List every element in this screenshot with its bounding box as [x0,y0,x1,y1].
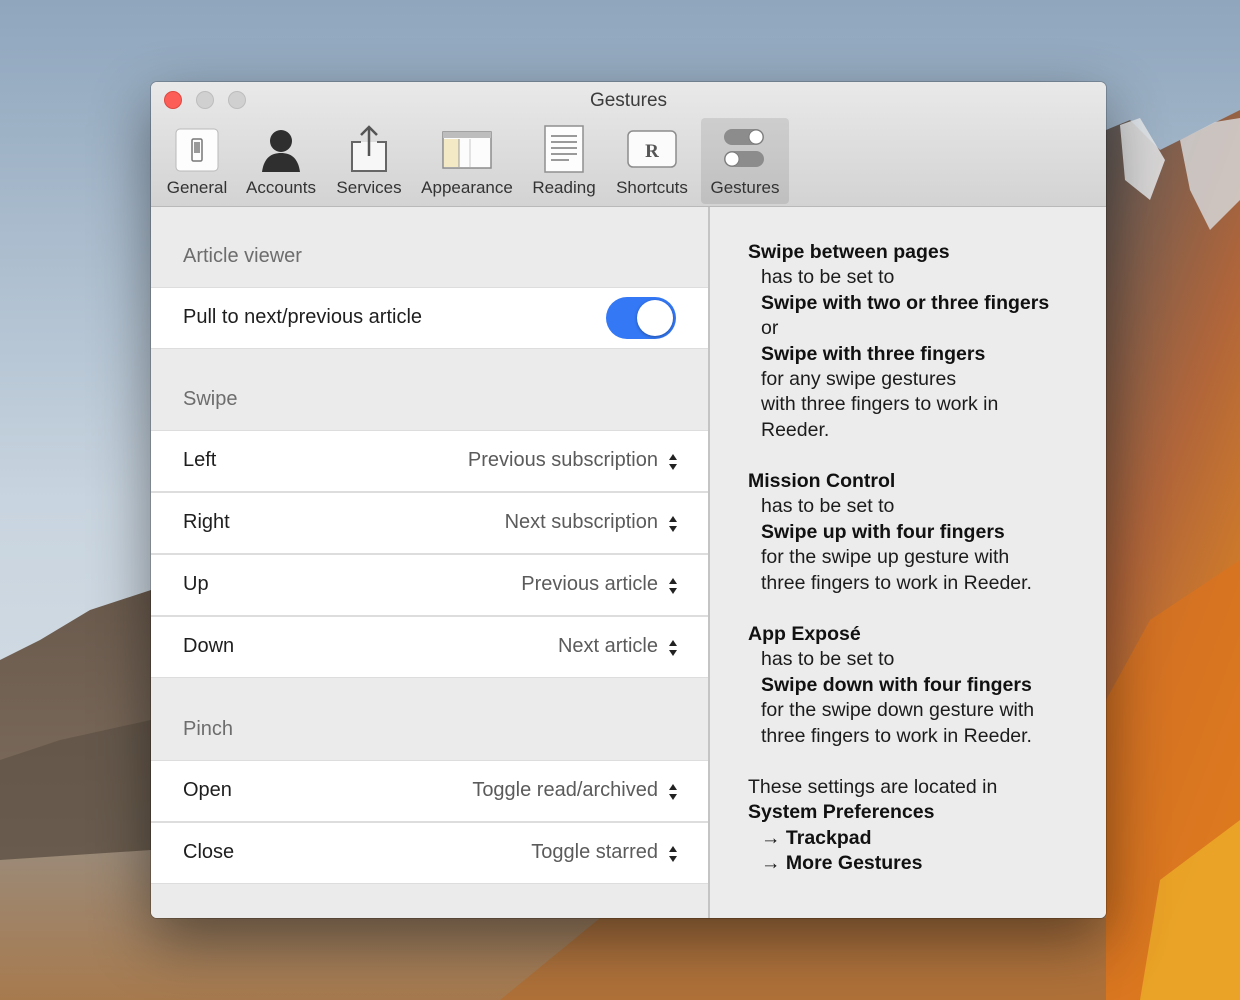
info-pane: Swipe between pages has to be set to Swi… [710,207,1106,918]
toolbar-label-appearance: Appearance [421,178,513,197]
swipe-right-label: Right [183,511,230,533]
info-text: has to be set to [761,648,895,670]
swipe-up-popup[interactable]: Previous article [521,573,658,596]
swipe-row-down[interactable]: Down Next article [151,616,708,678]
info-text: has to be set to [761,266,895,288]
pull-article-label: Pull to next/previous article [183,306,423,328]
up-down-arrows-icon [669,578,677,594]
up-down-arrows-icon [669,784,677,800]
up-down-arrows-icon [669,516,677,532]
swipe-right-popup[interactable]: Next subscription [505,511,658,534]
info-text: has to be set to [761,495,895,517]
info-text-bold: Swipe down with four fingers [761,674,1032,696]
preferences-window: Gestures General Accounts Services Appea… [151,82,1106,918]
toolbar-label-gestures: Gestures [710,178,780,197]
title-bar: Gestures General Accounts Services Appea… [151,82,1106,207]
gestures-icon [724,129,764,167]
toolbar-label-services: Services [336,178,402,197]
toolbar-label-reading: Reading [532,178,596,197]
swipe-down-popup[interactable]: Next article [558,635,658,658]
reading-icon [544,125,584,173]
info-title-swipe-pages: Swipe between pages [748,241,950,263]
swipe-row-right[interactable]: Right Next subscription [151,492,708,554]
info-text: for any swipe gestures [761,368,957,390]
info-text: for the swipe up gesture with [761,546,1010,568]
window-title: Gestures [589,90,668,111]
shortcuts-icon: R [627,130,677,168]
toolbar-item-gestures[interactable]: Gestures [701,118,789,204]
info-location-more-gestures: → More Gestures [761,852,923,874]
toolbar-item-shortcuts[interactable]: R Shortcuts [609,118,695,204]
info-text-bold: Swipe with three fingers [761,343,986,365]
general-icon [175,128,219,172]
swipe-left-label: Left [183,449,217,471]
share-icon [351,125,387,172]
toolbar-label-general: General [166,178,228,197]
toggle-knob [637,300,673,336]
toolbar-item-accounts[interactable]: Accounts [239,118,323,204]
toolbar-item-services[interactable]: Services [329,118,409,204]
info-text: three fingers to work in Reeder. [761,572,1032,594]
toolbar-item-reading[interactable]: Reading [525,118,603,204]
info-text: with three fingers to work in [761,393,999,415]
pinch-row-close[interactable]: Close Toggle starred [151,822,708,884]
info-text-bold: Swipe with two or three fingers [761,292,1050,314]
setting-row-pull-article: Pull to next/previous article [151,287,708,349]
info-location-text: These settings are located in [748,776,998,798]
swipe-row-left[interactable]: Left Previous subscription [151,430,708,492]
info-text: for the swipe down gesture with [761,699,1035,721]
info-title-app-expose: App Exposé [748,623,861,645]
accounts-icon [262,130,300,172]
toolbar-item-appearance[interactable]: Appearance [415,118,519,204]
swipe-left-popup[interactable]: Previous subscription [468,449,658,472]
toolbar-label-shortcuts: Shortcuts [616,178,688,197]
pinch-open-label: Open [183,779,232,801]
up-down-arrows-icon [669,640,677,656]
info-text: Reeder. [761,419,830,441]
pinch-row-open[interactable]: Open Toggle read/archived [151,760,708,822]
swipe-down-label: Down [183,635,235,657]
info-text: or [761,317,779,339]
settings-pane: Article viewer Pull to next/previous art… [151,207,708,918]
toolbar-label-accounts: Accounts [246,178,316,197]
up-down-arrows-icon [669,846,677,862]
info-text: three fingers to work in Reeder. [761,725,1032,747]
swipe-row-up[interactable]: Up Previous article [151,554,708,616]
shortcuts-key-glyph: R [645,141,659,162]
swipe-up-label: Up [183,573,209,595]
toolbar-item-general[interactable]: General [159,118,235,204]
info-text-bold: Swipe up with four fingers [761,521,1005,543]
pinch-close-popup[interactable]: Toggle starred [531,841,658,864]
info-location-trackpad: → Trackpad [761,827,872,849]
section-header-pinch: Pinch [183,718,234,740]
pull-article-toggle[interactable] [606,297,676,339]
info-location-system-preferences: System Preferences [748,801,935,823]
info-title-mission-control: Mission Control [748,470,896,492]
appearance-icon [442,131,492,169]
up-down-arrows-icon [669,454,677,470]
pinch-close-label: Close [183,841,235,863]
pinch-open-popup[interactable]: Toggle read/archived [472,779,658,802]
section-header-article-viewer: Article viewer [183,245,302,267]
section-header-swipe: Swipe [183,388,238,410]
